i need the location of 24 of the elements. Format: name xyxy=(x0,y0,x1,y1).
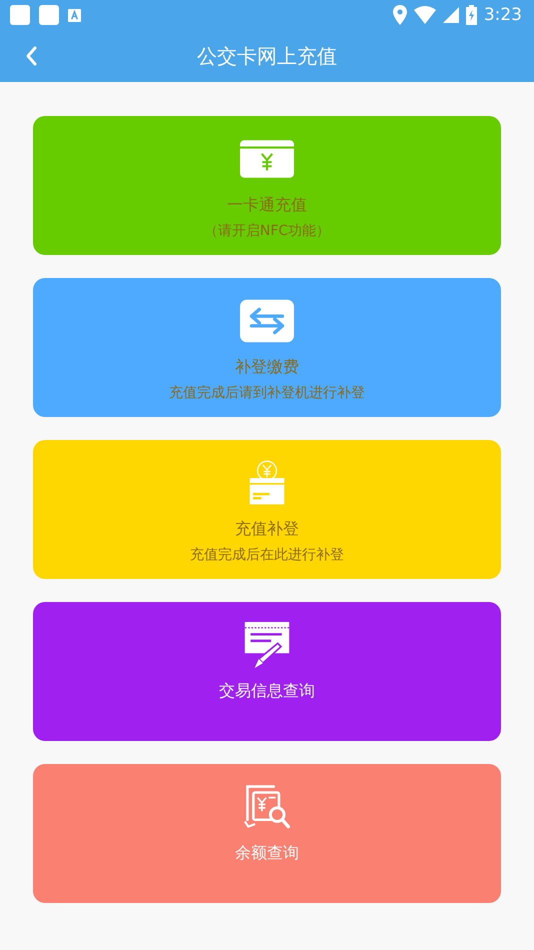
location-icon xyxy=(392,5,407,25)
keyboard-icon xyxy=(68,8,81,22)
menu-card[interactable]: 补登缴费 充值完成后请到补登机进行补登 xyxy=(33,278,501,417)
card-subtitle: 充值完成后在此进行补登 xyxy=(190,546,344,565)
page-title: 公交卡网上充值 xyxy=(197,42,337,70)
card-subtitle: （请开启NFC功能） xyxy=(204,222,330,241)
card-title: 余额查询 xyxy=(235,842,299,864)
signal-icon xyxy=(442,7,459,23)
card-title: 补登缴费 xyxy=(235,356,299,378)
card-title: 充值补登 xyxy=(235,518,299,540)
card-title: 交易信息查询 xyxy=(219,680,315,702)
clock-time: 3:23 xyxy=(484,5,522,25)
card-subtitle: 充值完成后请到补登机进行补登 xyxy=(169,384,365,403)
battery-icon xyxy=(466,5,477,25)
menu-card[interactable]: 一卡通充值 （请开启NFC功能） xyxy=(33,116,501,255)
back-icon xyxy=(24,45,38,67)
notification-icon xyxy=(39,5,59,25)
transfer-arrows-icon xyxy=(240,298,294,344)
wifi-icon xyxy=(414,6,436,24)
notification-icon xyxy=(10,5,30,25)
card-title: 一卡通充值 xyxy=(227,194,307,216)
menu-card[interactable]: 余额查询 xyxy=(33,764,501,903)
menu-card[interactable]: 交易信息查询 xyxy=(33,602,501,741)
menu-card[interactable]: 充值补登 充值完成后在此进行补登 xyxy=(33,440,501,579)
